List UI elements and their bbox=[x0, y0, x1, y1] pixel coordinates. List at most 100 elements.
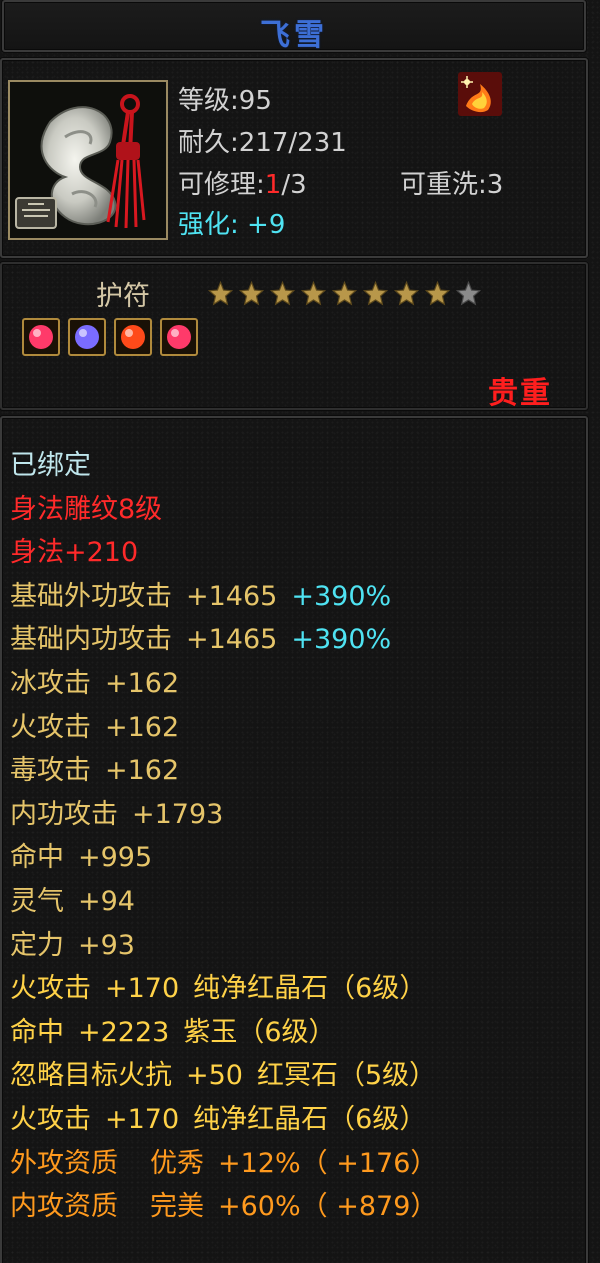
attr-name: 忽略目标火抗 bbox=[10, 1060, 172, 1092]
poison-attack-attribute: 毒攻击 +162 bbox=[10, 749, 437, 793]
attr-name: 灵气 bbox=[10, 885, 64, 917]
repair-total: /3 bbox=[281, 170, 307, 200]
attr-name: 命中 bbox=[10, 1016, 64, 1048]
int-quality-attribute: 内攻资质 完美 +60%（ +879） bbox=[10, 1185, 437, 1229]
attr-value: +94 bbox=[78, 885, 135, 917]
attr-name: 命中 bbox=[10, 842, 64, 874]
attr-value: +50 bbox=[186, 1060, 243, 1092]
attr-value: +995 bbox=[78, 842, 153, 874]
attr-value: +1793 bbox=[132, 798, 224, 830]
carving-attribute: 身法雕纹8级 bbox=[10, 493, 163, 525]
rewash-value: 3 bbox=[486, 170, 504, 200]
base-int-attack-attribute: 基础内功攻击 +1465 +390% bbox=[10, 618, 437, 662]
durability-line: 耐久:217/231 bbox=[178, 128, 347, 158]
quality-percent: +60% bbox=[218, 1191, 301, 1223]
attr-name: 身法 bbox=[10, 537, 64, 569]
enhance-value: +9 bbox=[247, 210, 286, 240]
repair-used: 1 bbox=[264, 170, 282, 200]
gem-name: 紫玉（6级） bbox=[183, 1016, 336, 1048]
star-filled-icon bbox=[362, 280, 389, 306]
quality-percent: +12% bbox=[218, 1147, 301, 1179]
quality-grade: 优秀 bbox=[150, 1147, 204, 1179]
gem-attribute: 忽略目标火抗 +50 红冥石（5级） bbox=[10, 1054, 437, 1098]
attr-value: +1465 bbox=[186, 624, 278, 656]
attr-name: 火攻击 bbox=[10, 711, 91, 743]
red-crystal-gem-icon[interactable] bbox=[160, 318, 198, 356]
gem-name: 纯净红晶石（6级） bbox=[193, 973, 427, 1005]
star-filled-icon bbox=[331, 280, 358, 306]
rewash-label: 可重洗 bbox=[400, 170, 479, 200]
star-empty-icon bbox=[455, 280, 482, 306]
attr-name: 毒攻击 bbox=[10, 755, 91, 787]
level-label: 等级 bbox=[178, 86, 231, 116]
quality-grade: 完美 bbox=[150, 1191, 204, 1223]
agility-attribute: 身法+210 bbox=[10, 531, 437, 575]
fire-attack-attribute: 火攻击 +162 bbox=[10, 706, 437, 750]
rarity-label: 贵重 bbox=[488, 376, 552, 411]
attr-value: +1465 bbox=[186, 580, 278, 612]
quality-bonus: （ +879） bbox=[300, 1191, 438, 1223]
durability-value: 217/231 bbox=[238, 128, 347, 158]
attr-name: 内功攻击 bbox=[10, 798, 118, 830]
item-title-bar: 飞雪 bbox=[2, 0, 586, 53]
attr-name: 定力 bbox=[10, 929, 64, 961]
star-rating bbox=[206, 280, 483, 308]
gem-slots bbox=[22, 318, 198, 356]
attr-value: +170 bbox=[105, 973, 180, 1005]
star-filled-icon bbox=[207, 280, 234, 306]
attr-value: +162 bbox=[105, 667, 180, 699]
jade-amulet-icon[interactable] bbox=[8, 80, 168, 240]
int-attack-attribute: 内功攻击 +1793 bbox=[10, 793, 437, 837]
attr-value: +210 bbox=[64, 537, 139, 569]
attr-value: +93 bbox=[78, 929, 135, 961]
rewash-line: 可重洗:3 bbox=[400, 170, 504, 200]
enhance-label: 强化 bbox=[178, 210, 231, 240]
level-value: 95 bbox=[238, 86, 272, 116]
attr-name: 内攻资质 bbox=[10, 1191, 118, 1223]
base-ext-attack-attribute: 基础外功攻击 +1465 +390% bbox=[10, 575, 437, 619]
hit-attribute: 命中 +995 bbox=[10, 836, 437, 880]
attr-percent: +390% bbox=[291, 624, 392, 656]
attr-name: 冰攻击 bbox=[10, 667, 91, 699]
attribute-panel: 已绑定 身法雕纹8级 身法+210 基础外功攻击 +1465 +390% 基础内功攻… bbox=[0, 416, 588, 1263]
attr-name: 基础内功攻击 bbox=[10, 624, 172, 656]
star-filled-icon bbox=[238, 280, 265, 306]
attr-name: 火攻击 bbox=[10, 973, 91, 1005]
gem-attribute: 火攻击 +170 纯净红晶石（6级） bbox=[10, 967, 437, 1011]
level-line: 等级:95 bbox=[178, 86, 272, 116]
red-crystal-gem-icon[interactable] bbox=[22, 318, 60, 356]
star-filled-icon bbox=[269, 280, 296, 306]
repair-label: 可修理 bbox=[178, 170, 257, 200]
attr-value: +170 bbox=[105, 1103, 180, 1135]
item-name: 飞雪 bbox=[260, 18, 328, 53]
attribute-list: 已绑定 身法雕纹8级 身法+210 基础外功攻击 +1465 +390% 基础内功攻… bbox=[10, 444, 437, 1229]
star-filled-icon bbox=[300, 280, 327, 306]
attr-percent: +390% bbox=[291, 580, 392, 612]
attr-value: +162 bbox=[105, 755, 180, 787]
gem-name: 红冥石（5级） bbox=[256, 1060, 437, 1092]
attr-value: +162 bbox=[105, 711, 180, 743]
star-filled-icon bbox=[393, 280, 420, 306]
attr-name: 火攻击 bbox=[10, 1103, 91, 1135]
ice-attack-attribute: 冰攻击 +162 bbox=[10, 662, 437, 706]
gem-attribute: 命中 +2223 紫玉（6级） bbox=[10, 1011, 437, 1055]
red-nether-gem-icon[interactable] bbox=[114, 318, 152, 356]
gem-name: 纯净红晶石（6级） bbox=[193, 1103, 427, 1135]
quality-bonus: （ +176） bbox=[300, 1147, 438, 1179]
durability-label: 耐久 bbox=[178, 128, 231, 158]
attr-name: 基础外功攻击 bbox=[10, 580, 172, 612]
gem-attribute: 火攻击 +170 纯净红晶石（6级） bbox=[10, 1098, 437, 1142]
item-info-panel: 等级:95 耐久:217/231 可修理:1/3 可重洗:3 强化: +9 bbox=[0, 58, 588, 258]
ext-quality-attribute: 外攻资质 优秀 +12%（ +176） bbox=[10, 1142, 437, 1186]
enhance-line: 强化: +9 bbox=[178, 210, 286, 240]
star-filled-icon bbox=[424, 280, 451, 306]
item-category-panel: 护符 贵重 bbox=[0, 262, 588, 411]
purple-jade-gem-icon[interactable] bbox=[68, 318, 106, 356]
focus-attribute: 定力 +93 bbox=[10, 924, 437, 968]
attr-name: 外攻资质 bbox=[10, 1147, 118, 1179]
bound-status: 已绑定 bbox=[10, 450, 91, 481]
spirit-attribute: 灵气 +94 bbox=[10, 880, 437, 924]
fire-phoenix-badge-icon bbox=[458, 72, 502, 116]
attr-value: +2223 bbox=[78, 1016, 170, 1048]
item-type-label: 护符 bbox=[96, 281, 150, 312]
